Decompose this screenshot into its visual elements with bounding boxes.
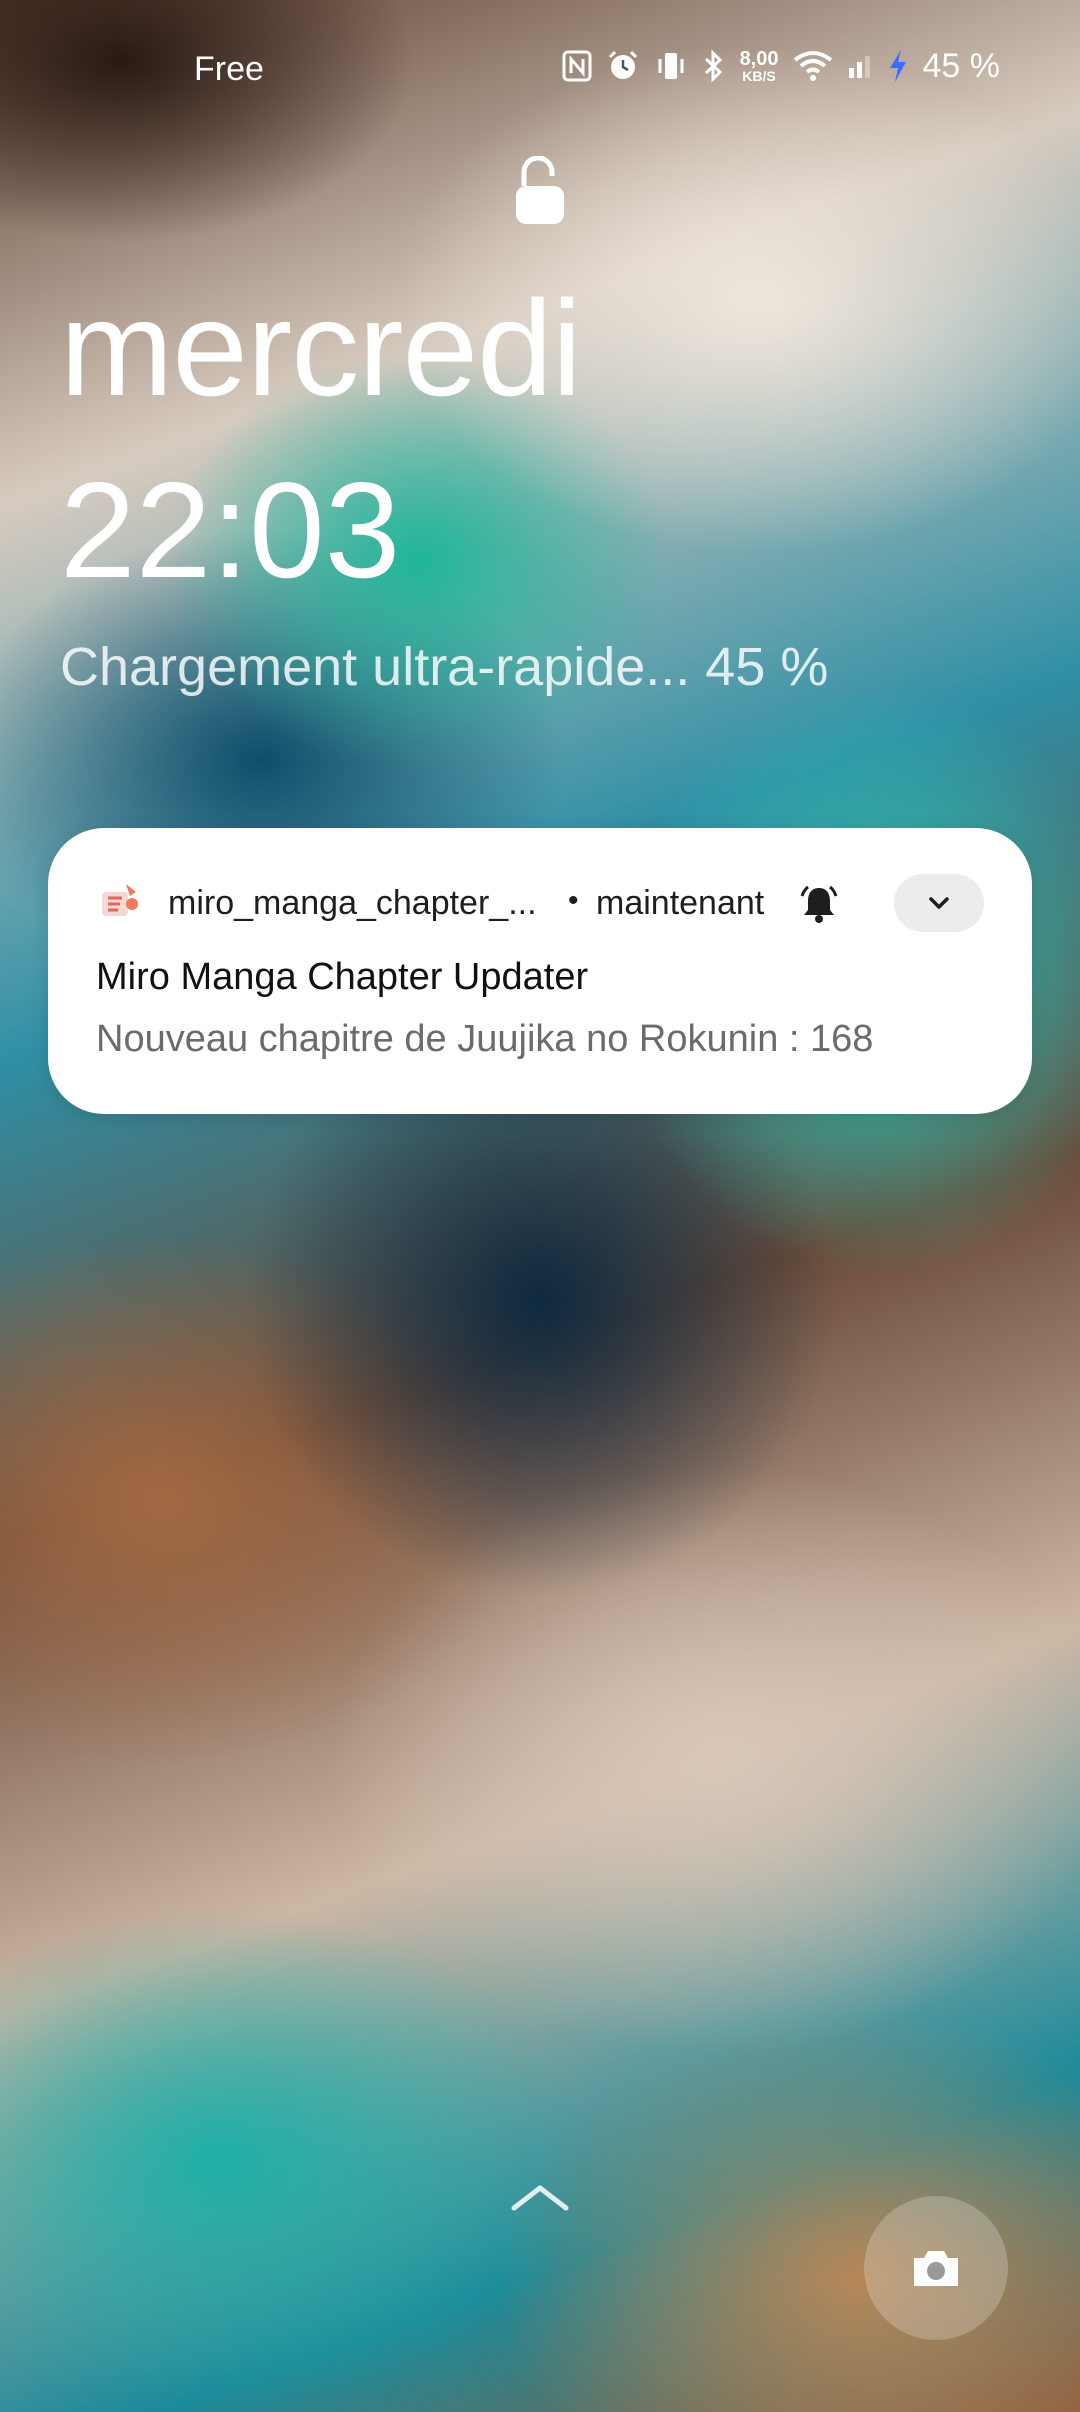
battery-percent: 45 % bbox=[922, 46, 1001, 85]
camera-button[interactable] bbox=[864, 2196, 1008, 2340]
network-speed-value: 8,00 bbox=[739, 48, 779, 70]
app-icon bbox=[96, 878, 142, 924]
unlock-icon bbox=[514, 155, 566, 226]
nfc-icon bbox=[562, 46, 592, 86]
notification-time: maintenant bbox=[596, 884, 765, 922]
bluetooth-icon bbox=[702, 46, 726, 86]
notification-app-name: miro_manga_chapter_... bbox=[168, 884, 537, 922]
signal-icon bbox=[847, 46, 873, 86]
notification-title: Miro Manga Chapter Updater bbox=[96, 956, 589, 998]
chevron-down-icon bbox=[929, 897, 949, 909]
carrier-name: Free bbox=[194, 50, 264, 88]
alarm-icon bbox=[606, 46, 640, 86]
status-icons: 8,00 KB/S 45 % bbox=[562, 46, 1000, 86]
network-speed-unit: KB/S bbox=[742, 68, 776, 84]
lock-screen: Free 8,00 KB/S 45 % mercredi 22:03 Charg… bbox=[0, 0, 1080, 2412]
notification-card[interactable]: miro_manga_chapter_... • maintenant Miro… bbox=[48, 828, 1032, 1114]
vibrate-icon bbox=[654, 46, 688, 86]
charging-bolt-icon bbox=[887, 46, 909, 86]
status-bar: Free 8,00 KB/S 45 % bbox=[0, 0, 1080, 120]
charging-status: Chargement ultra-rapide... 45 % bbox=[60, 637, 829, 697]
wifi-icon bbox=[793, 46, 833, 86]
expand-notification-button[interactable] bbox=[894, 874, 984, 932]
lockscreen-time: 22:03 bbox=[60, 454, 401, 606]
notification-text: Nouveau chapitre de Juujika no Rokunin :… bbox=[96, 1018, 874, 1060]
camera-icon bbox=[914, 2251, 958, 2286]
swipe-up-chevron-icon[interactable] bbox=[510, 2180, 570, 2214]
network-speed: 8,00 KB/S bbox=[740, 49, 779, 83]
lockscreen-day: mercredi bbox=[60, 272, 582, 424]
notification-separator: • bbox=[568, 884, 579, 917]
bell-icon bbox=[800, 884, 838, 924]
